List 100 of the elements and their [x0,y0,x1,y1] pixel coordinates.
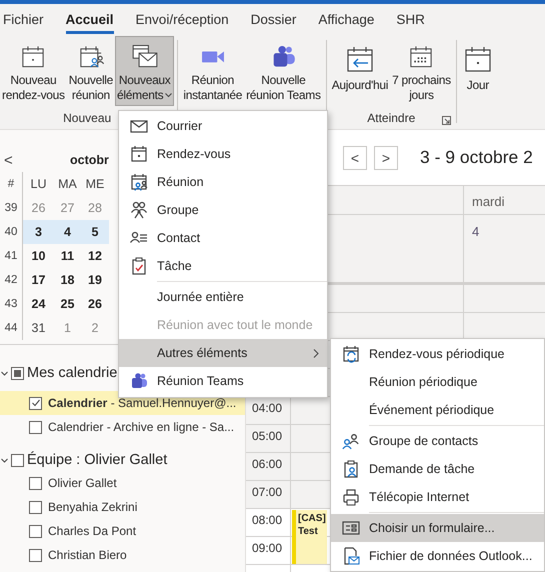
ribbon-tab[interactable]: SHR [396,7,425,34]
next-week-button[interactable]: > [374,146,398,170]
ribbon-button[interactable]: 7 prochains jours [390,36,453,106]
calendar-list-item[interactable]: Benyahia Zekrini [0,495,245,519]
ribbon-tab[interactable]: Envoi/réception [136,7,229,34]
ribbon-button[interactable]: Jour [460,36,496,106]
all-day-cell: 4 [464,215,545,285]
ribbon-button[interactable]: Nouveaux éléments [115,36,174,106]
menu-item[interactable]: Télécopie Internet [331,483,544,511]
calendar-name: Christian Biero [48,548,127,562]
calendar-day[interactable]: 5 [81,220,109,244]
calendar-day[interactable]: 4 [54,220,81,244]
calendar-day[interactable]: 12 [81,244,109,268]
menu-item[interactable]: Rendez-vous périodique [331,340,544,368]
people-icon [341,431,361,451]
day-header: mardi [464,185,545,215]
calendar-day[interactable]: 31 [23,316,54,340]
ribbon-button[interactable]: Nouveau rendez-vous [0,36,67,106]
menu-item[interactable]: Groupe [119,196,327,224]
menu-item[interactable]: Réunion périodique [331,368,544,396]
checkbox[interactable] [29,420,42,434]
checkbox[interactable] [29,548,42,562]
checkbox[interactable] [11,454,24,466]
calendar-day[interactable]: 3 [23,220,54,244]
calendar-day[interactable]: 18 [54,268,81,292]
calendar-list-item[interactable]: Charles Da Pont [0,519,245,543]
ribbon-button[interactable]: Nouvelle réunion Teams [244,36,323,106]
menu-item[interactable]: Autres éléments [119,339,327,367]
calendar-list-item[interactable]: Calendrier - Archive en ligne - Sa... [0,415,245,439]
calendar-day[interactable]: 24 [23,292,54,316]
hour-cell: 07:00 [246,481,291,509]
menu-item[interactable]: Contact [119,224,327,252]
weekday-header: MA [57,176,78,193]
dialog-launcher-icon[interactable] [442,116,451,125]
calendar-day[interactable]: 26 [81,292,109,316]
calendar-list-item[interactable]: Olivier Gallet [0,471,245,495]
printer-icon [341,487,361,507]
hour-cell: 05:00 [246,425,291,453]
week-number: 43 [0,292,23,316]
ribbon-button[interactable]: Aujourd'hui [330,36,390,106]
calendar-day[interactable]: 25 [54,292,81,316]
hour-cell: 06:00 [246,453,291,481]
ribbon-tab[interactable]: Affichage [318,7,374,34]
previous-week-button[interactable]: < [343,146,367,170]
week-number: 41 [0,244,23,268]
group-name: Équipe : Olivier Gallet [27,452,168,468]
calendar-event[interactable]: [CAS] Test [292,510,327,564]
chevron-icon[interactable] [1,370,8,376]
group-label: Nouveau [63,111,112,125]
weekday-header: ME [84,176,106,193]
calendar-day[interactable]: 11 [54,244,81,268]
group-name: Mes calendrie [27,365,118,381]
menu-item[interactable]: Courrier [119,112,327,140]
calendar-name: Charles Da Pont [48,524,136,538]
chevron-icon[interactable] [1,456,8,464]
menu-item[interactable]: Demande de tâche [331,455,544,483]
week-number: 44 [0,316,23,340]
menu-item[interactable]: Fichier de données Outlook... [331,542,544,570]
week-number: 42 [0,268,23,292]
calendar-list-item[interactable]: Christian Biero [0,543,245,567]
calendar-refresh-icon [341,344,361,364]
team-logo-icon [129,371,149,391]
ribbon-button[interactable]: Nouvelle réunion [66,36,116,106]
checkbox[interactable] [29,476,42,490]
event-text: Test [298,525,319,538]
calendar-name: Calendrier - Samuel.Hennuyer@... [48,396,236,410]
month-label: octobr [70,153,109,167]
calendar-icon [129,144,149,164]
calendar-name: Calendrier - Archive en ligne - Sa... [48,420,234,434]
calendar-person-icon [129,172,149,192]
ribbon-tab[interactable]: Dossier [250,7,296,34]
week-number: 39 [0,196,23,220]
people-icon [129,200,149,220]
calendar-day[interactable]: 19 [81,268,109,292]
previous-month-button[interactable]: < [0,152,70,168]
weekday-header: LU [30,176,48,193]
menu-item[interactable]: Événement périodique [331,396,544,424]
checkbox[interactable] [29,396,42,410]
menu-item[interactable]: Rendez-vous [119,140,327,168]
menu-item[interactable]: Groupe de contacts [331,427,544,455]
calendar-name: Olivier Gallet [48,476,117,490]
checkbox[interactable] [11,366,24,380]
checkbox[interactable] [29,500,42,514]
hour-cell: 09:00 [246,537,291,565]
calendar-day[interactable]: 17 [23,268,54,292]
week-number-header: # [0,172,23,196]
event-text: [CAS] [298,512,327,525]
calendar-day[interactable]: 10 [23,244,54,268]
date-range-title: 3 - 9 octobre 2 [420,147,533,168]
hour-cell: 08:00 [246,509,291,537]
menu-item[interactable]: Journée entière [119,283,327,311]
ribbon-tab[interactable]: Fichier [3,7,44,34]
ribbon-button[interactable]: Réunion instantanée [181,36,244,106]
menu-item[interactable]: Tâche [119,252,327,280]
menu-item[interactable]: Réunion [119,168,327,196]
calendar-name: Benyahia Zekrini [48,500,138,514]
menu-item[interactable]: Choisir un formulaire... [331,514,544,542]
hour-cell: 04:00 [246,397,291,425]
group-label: Atteindre [367,111,416,125]
checkbox[interactable] [29,524,42,538]
